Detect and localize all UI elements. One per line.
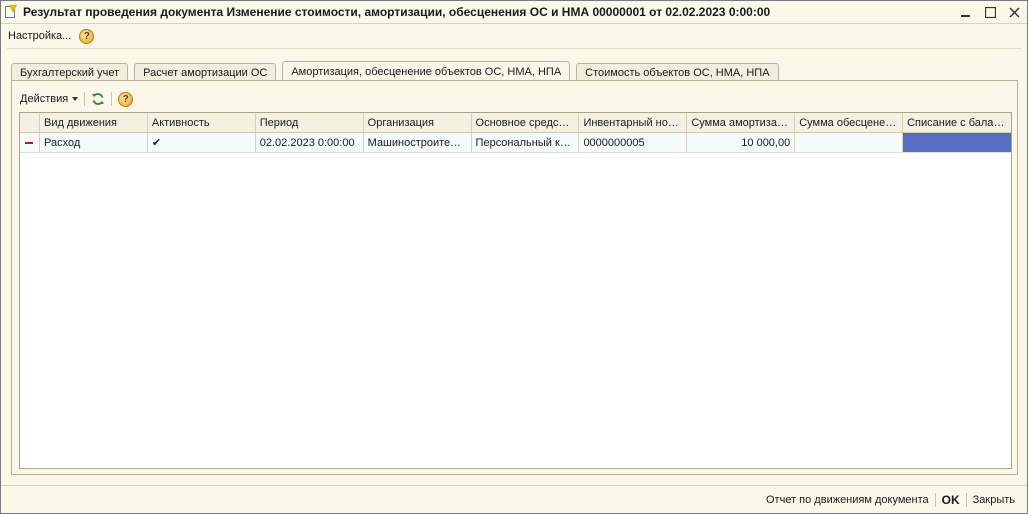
title-bar: Результат проведения документа Изменение… xyxy=(1,1,1027,24)
document-result-window: Результат проведения документа Изменение… xyxy=(0,0,1028,514)
menu-divider xyxy=(7,48,1021,49)
actions-label: Действия xyxy=(20,93,69,105)
row-marker xyxy=(20,133,40,152)
footer-divider xyxy=(934,492,936,507)
cell-depreciation-sum[interactable]: 10 000,00 xyxy=(687,133,796,152)
tab-depreciation-impairment[interactable]: Амортизация, обесценение объектов ОС, НМ… xyxy=(282,61,571,83)
column-header[interactable]: Период xyxy=(256,113,364,132)
minimize-icon xyxy=(961,15,970,17)
tab-accounting[interactable]: Бухгалтерский учет xyxy=(11,63,129,81)
tab-asset-value[interactable]: Стоимость объектов ОС, НМА, НПА xyxy=(576,63,779,81)
cell-movement-type[interactable]: Расход xyxy=(40,133,148,152)
minimize-button[interactable] xyxy=(957,4,975,20)
toolbar-divider xyxy=(111,92,113,106)
dropdown-arrow-icon xyxy=(72,97,79,101)
maximize-icon xyxy=(984,6,996,18)
expense-minus-icon xyxy=(25,141,34,144)
column-header[interactable]: Активность xyxy=(148,113,256,132)
column-header[interactable]: Сумма амортизац... xyxy=(687,113,796,132)
movements-table[interactable]: Вид движения Активность Период Организац… xyxy=(19,112,1012,469)
footer-divider xyxy=(965,492,967,507)
tab-panel: Действия ? Вид движения Активность Перио… xyxy=(11,80,1018,475)
window-title: Результат проведения документа Изменение… xyxy=(23,5,771,19)
cell-impairment-sum[interactable] xyxy=(795,133,904,152)
table-row[interactable]: Расход ✔ 02.02.2023 0:00:00 Машиностроит… xyxy=(20,133,1011,153)
refresh-icon[interactable] xyxy=(91,92,105,106)
column-header[interactable]: Организация xyxy=(364,113,472,132)
window-controls xyxy=(957,4,1023,20)
column-header[interactable]: Инвентарный ном... xyxy=(579,113,688,132)
checkmark-icon: ✔ xyxy=(151,137,162,149)
document-posting-icon xyxy=(4,5,18,19)
movements-report-button[interactable]: Отчет по движениям документа xyxy=(762,494,933,506)
footer-bar: Отчет по движениям документа OK Закрыть xyxy=(1,485,1027,513)
table-header: Вид движения Активность Период Организац… xyxy=(20,113,1011,133)
help-icon[interactable]: ? xyxy=(79,28,95,44)
tab-strip: Бухгалтерский учет Расчет амортизации ОС… xyxy=(11,61,785,83)
close-window-button[interactable] xyxy=(1005,4,1023,20)
cell-write-off[interactable] xyxy=(903,133,1011,152)
toolbar-divider xyxy=(84,92,86,106)
close-button[interactable]: Закрыть xyxy=(969,494,1019,506)
cell-inventory-number[interactable]: 0000000005 xyxy=(579,133,688,152)
cell-asset[interactable]: Персональный ко... xyxy=(472,133,580,152)
tab-depreciation-calc[interactable]: Расчет амортизации ОС xyxy=(134,63,277,81)
actions-menu-button[interactable]: Действия xyxy=(20,93,79,105)
column-header[interactable]: Основное средство xyxy=(472,113,580,132)
column-header[interactable]: Сумма обесценен... xyxy=(795,113,904,132)
settings-menu[interactable]: Настройка... xyxy=(8,30,71,42)
cell-organization[interactable]: Машиностроитель... xyxy=(364,133,472,152)
cell-active[interactable]: ✔ xyxy=(148,133,256,152)
ok-button[interactable]: OK xyxy=(938,493,964,507)
close-icon xyxy=(1008,6,1020,18)
header-marker xyxy=(20,113,40,132)
grid-toolbar: Действия ? xyxy=(20,89,134,109)
column-header[interactable]: Списание с балан... xyxy=(903,113,1011,132)
maximize-button[interactable] xyxy=(981,4,999,20)
column-header[interactable]: Вид движения xyxy=(40,113,148,132)
help-icon[interactable]: ? xyxy=(118,91,134,107)
menu-bar: Настройка... ? xyxy=(1,25,1027,47)
cell-period[interactable]: 02.02.2023 0:00:00 xyxy=(256,133,364,152)
